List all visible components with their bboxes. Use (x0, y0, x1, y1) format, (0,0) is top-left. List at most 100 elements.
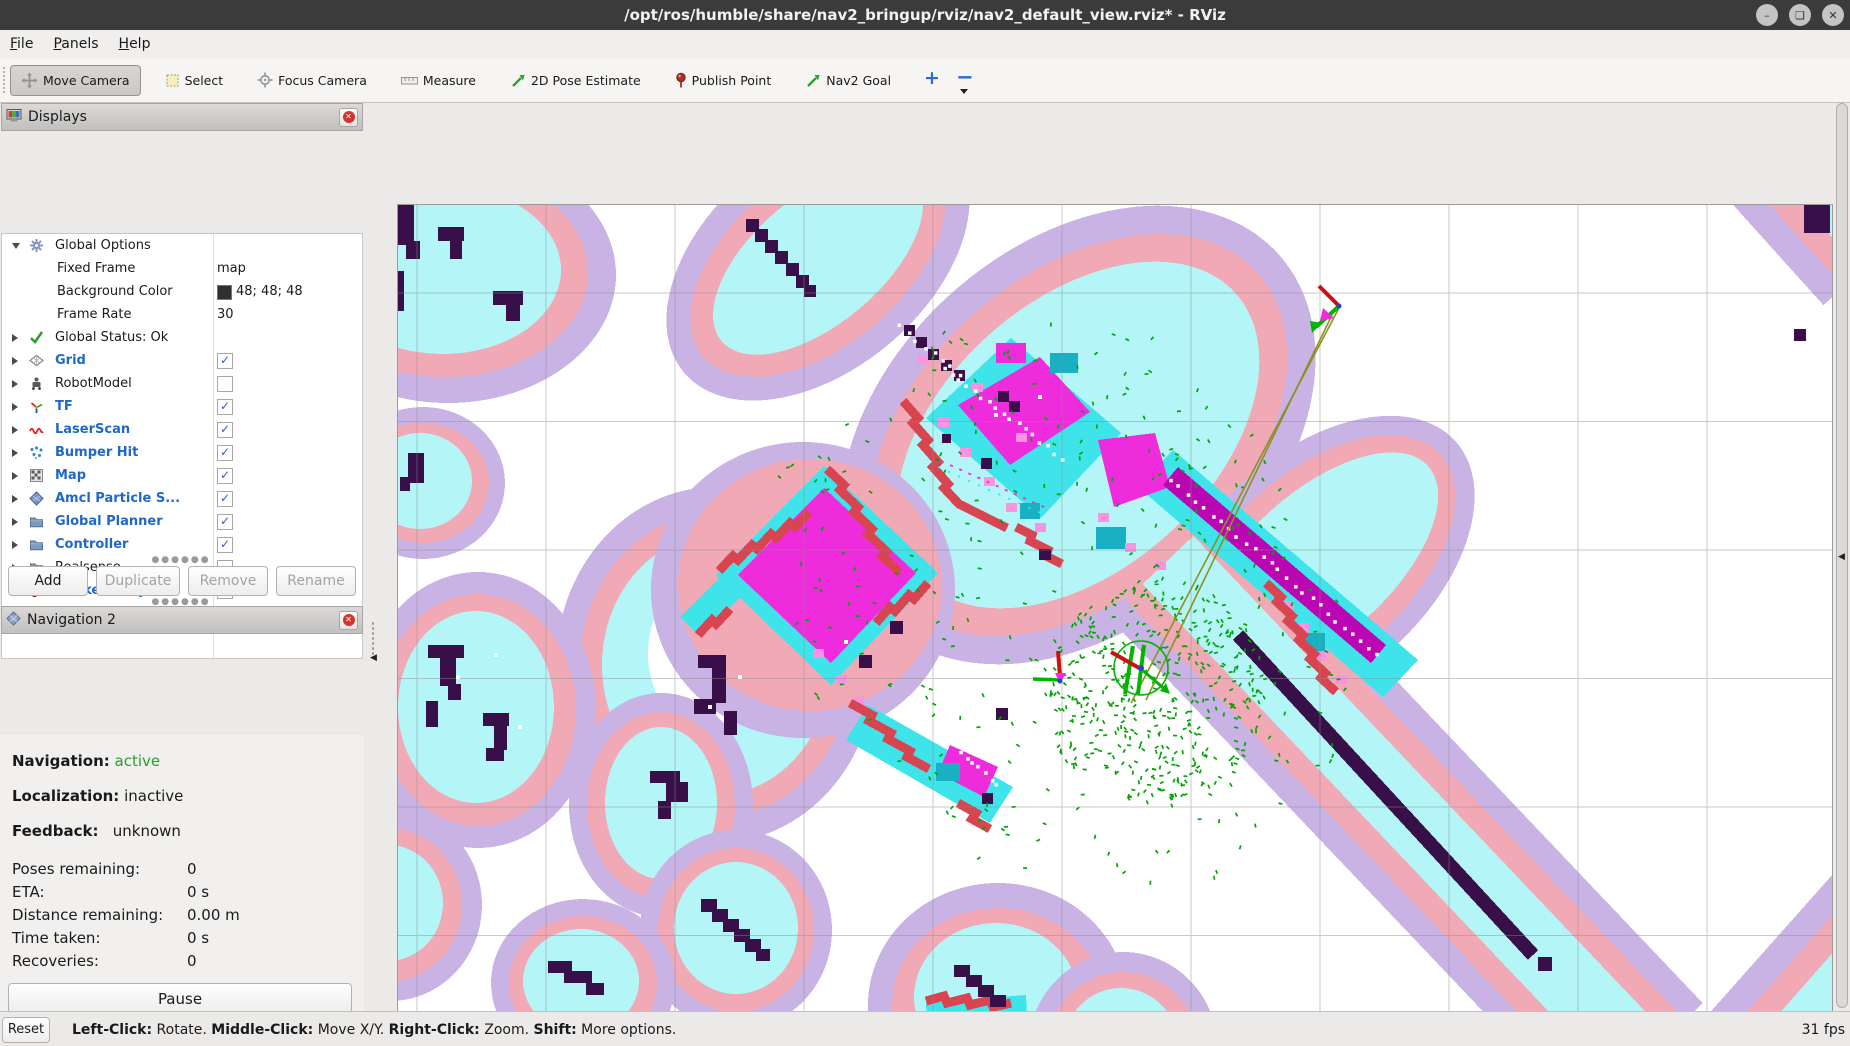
tool-focus-camera[interactable]: Focus Camera (257, 72, 367, 88)
display-label: Grid (55, 349, 86, 372)
remove-display-button[interactable]: Remove (188, 566, 268, 596)
enabled-checkbox[interactable] (217, 376, 233, 392)
rename-display-button[interactable]: Rename (276, 566, 356, 596)
folder-icon (29, 514, 44, 529)
enabled-checkbox[interactable]: ✓ (217, 514, 233, 530)
expander-closed-icon[interactable] (12, 449, 18, 457)
tool-label: Focus Camera (278, 73, 367, 88)
expander-closed-icon[interactable] (12, 495, 18, 503)
remove-tool-caret-icon[interactable] (960, 89, 968, 94)
display-row-frame-rate[interactable]: Frame Rate30 (2, 303, 362, 326)
toolbar: Move Camera Select Focus Camera Measure 2D P… (0, 58, 1850, 103)
enabled-checkbox[interactable]: ✓ (217, 399, 233, 415)
enabled-checkbox[interactable]: ✓ (217, 422, 233, 438)
statusbar: Reset Left-Click: Rotate. Middle-Click: … (0, 1011, 1850, 1046)
expander-closed-icon[interactable] (12, 403, 18, 411)
tool-nav2-goal[interactable]: Nav2 Goal (805, 72, 891, 88)
titlebar[interactable]: /opt/ros/humble/share/nav2_bringup/rviz/… (0, 0, 1850, 30)
tf-icon (29, 399, 44, 414)
enabled-checkbox[interactable]: ✓ (217, 537, 233, 553)
property-value[interactable]: map (217, 257, 246, 280)
toolbar-drag-handle[interactable] (2, 66, 7, 94)
displays-close-button[interactable]: ✕ (339, 108, 358, 127)
menu-panels[interactable]: Panels (43, 30, 108, 58)
menu-file[interactable]: File (0, 30, 43, 58)
display-row-robotmodel[interactable]: RobotModel (2, 372, 362, 395)
enabled-checkbox[interactable]: ✓ (217, 468, 233, 484)
navigation-panel-title: Navigation 2 (27, 612, 333, 628)
property-value[interactable]: 48; 48; 48 (236, 280, 303, 303)
amcl-icon (29, 491, 44, 506)
nav-stat-row: ETA:0 s (12, 881, 352, 904)
enabled-checkbox[interactable]: ✓ (217, 353, 233, 369)
grid-icon (29, 353, 44, 368)
status-ok-icon (29, 330, 44, 345)
nav2-diamond-icon (6, 611, 21, 630)
display-row-background-color[interactable]: Background Color48; 48; 48 (2, 280, 362, 303)
expander-closed-icon[interactable] (12, 541, 18, 549)
robot-icon (29, 376, 44, 391)
display-row-tf[interactable]: TF✓ (2, 395, 362, 418)
tool-label: Select (185, 73, 224, 88)
expander-closed-icon[interactable] (12, 426, 18, 434)
expander-closed-icon[interactable] (12, 472, 18, 480)
splitter-handle[interactable]: ●●●●●● (0, 599, 362, 605)
nav-stat-row: Poses remaining:0 (12, 858, 352, 881)
tool-2d-pose-estimate[interactable]: 2D Pose Estimate (510, 72, 641, 88)
main-area: Displays ✕ Global OptionsFixed FramemapB… (0, 102, 1850, 1011)
expander-closed-icon[interactable] (12, 380, 18, 388)
display-row-fixed-frame[interactable]: Fixed Framemap (2, 257, 362, 280)
duplicate-display-button[interactable]: Duplicate (96, 566, 180, 596)
display-row-global-status-ok[interactable]: Global Status: Ok (2, 326, 362, 349)
gear-icon (29, 238, 44, 253)
pause-button[interactable]: Pause (8, 983, 352, 1014)
fps-counter: 31 fps (1802, 1022, 1845, 1038)
color-swatch[interactable] (217, 285, 232, 300)
splitter-handle[interactable]: ●●●●●● (0, 557, 362, 563)
expander-closed-icon[interactable] (12, 518, 18, 526)
pose-estimate-icon (510, 72, 526, 88)
display-row-controller[interactable]: Controller✓ (2, 533, 362, 556)
enabled-checkbox[interactable]: ✓ (217, 491, 233, 507)
panel-splitter-handle[interactable] (371, 621, 375, 655)
expander-closed-icon[interactable] (12, 334, 18, 342)
nav-stat-value: 0.00 m (187, 904, 240, 927)
navigation-close-button[interactable]: ✕ (339, 611, 358, 630)
displays-panel-header[interactable]: Displays ✕ (1, 103, 363, 131)
expander-closed-icon[interactable] (12, 357, 18, 365)
display-row-laserscan[interactable]: LaserScan✓ (2, 418, 362, 441)
tool-publish-point[interactable]: Publish Point (675, 72, 772, 88)
enabled-checkbox[interactable]: ✓ (217, 445, 233, 461)
navigation-panel-header[interactable]: Navigation 2 ✕ (1, 606, 363, 634)
tool-select[interactable]: Select (165, 73, 224, 88)
collapse-right-arrow-icon[interactable]: ◀ (1838, 553, 1845, 562)
nav-stat-value: 0 (187, 858, 197, 881)
navigation-panel: Navigation: activeLocalization: inactive… (0, 735, 364, 1046)
display-row-bumper-hit[interactable]: Bumper Hit✓ (2, 441, 362, 464)
tool-measure[interactable]: Measure (401, 73, 476, 88)
display-row-global-options[interactable]: Global Options (2, 234, 362, 257)
display-row-global-planner[interactable]: Global Planner✓ (2, 510, 362, 533)
render-viewport[interactable] (397, 204, 1833, 1046)
close-button[interactable]: ✕ (1822, 4, 1844, 26)
display-row-map[interactable]: Map ✓ (2, 464, 362, 487)
camera-reset-button[interactable]: Reset (2, 1017, 50, 1043)
add-display-button[interactable]: Add (8, 566, 88, 596)
display-row-grid[interactable]: Grid ✓ (2, 349, 362, 372)
expander-open-icon[interactable] (12, 243, 20, 249)
remove-tool-button[interactable]: − (956, 67, 974, 88)
nav2-goal-icon (805, 72, 821, 88)
add-tool-button[interactable]: + (924, 69, 940, 88)
tool-label: Measure (423, 73, 476, 88)
display-label: Map (55, 464, 86, 487)
window-title: /opt/ros/humble/share/nav2_bringup/rviz/… (624, 6, 1226, 24)
property-value[interactable]: 30 (217, 303, 234, 326)
collapse-left-arrow-icon[interactable]: ◀ (370, 654, 377, 663)
measure-icon (401, 74, 418, 87)
tool-move-camera[interactable]: Move Camera (10, 65, 141, 96)
displays-panel-title: Displays (28, 109, 333, 125)
display-row-amcl-particle-s[interactable]: Amcl Particle S...✓ (2, 487, 362, 510)
menu-help[interactable]: Help (109, 30, 161, 58)
maximize-button[interactable]: ❏ (1789, 4, 1811, 26)
minimize-button[interactable]: – (1756, 4, 1778, 26)
